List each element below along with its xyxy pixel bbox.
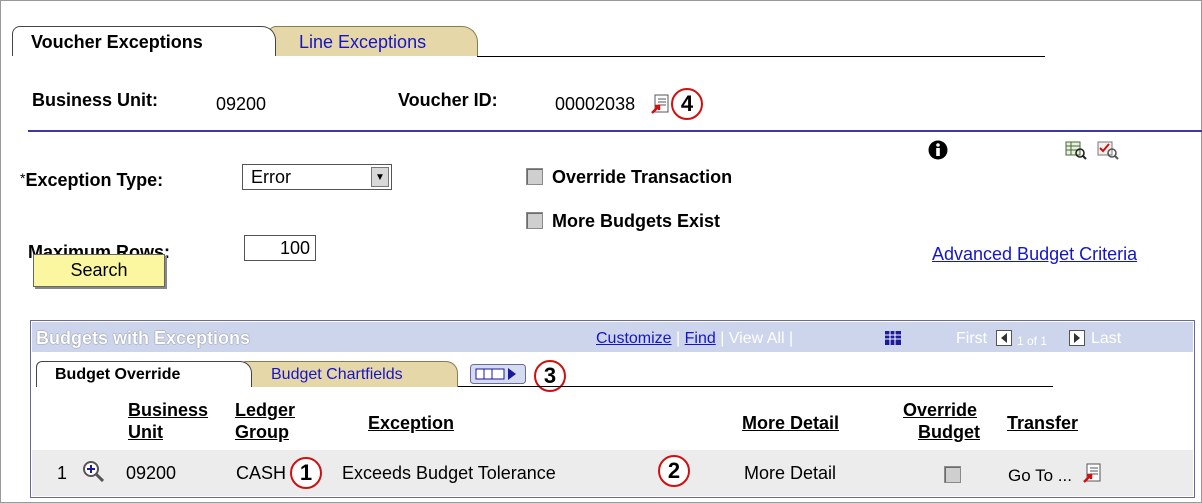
row-exception: Exceeds Budget Tolerance: [342, 463, 556, 483]
exception-type-select[interactable]: Error ▼: [242, 164, 392, 190]
download-grid-icon[interactable]: [884, 330, 902, 346]
nav-divider: |: [715, 330, 729, 347]
override-budget-checkbox: [944, 466, 961, 483]
exception-type-label-text: Exception Type:: [25, 170, 164, 190]
last-label[interactable]: Last: [1091, 330, 1121, 348]
exception-type-label: *Exception Type:: [20, 170, 163, 191]
exception-type-value: Error: [251, 167, 291, 187]
column-header-exception[interactable]: Exception: [368, 412, 454, 434]
voucher-id-value: 00002038: [555, 94, 636, 114]
spreadsheet-lookup-icon[interactable]: [1065, 140, 1087, 160]
header-line-2: Unit: [128, 422, 163, 442]
tab-baseline: [477, 56, 1045, 57]
grid-title: Budgets with Exceptions: [36, 328, 251, 348]
grid-nav: Customize | Find | View All |: [596, 330, 793, 348]
zoom-in-icon[interactable]: [82, 460, 104, 482]
tab-budget-override[interactable]: Budget Override: [36, 361, 252, 387]
previous-arrow-icon[interactable]: [996, 330, 1012, 346]
callout-1: 1: [290, 457, 322, 489]
override-transaction-checkbox: [526, 168, 543, 185]
column-header-ledger-group[interactable]: Ledger Group: [235, 399, 295, 443]
chevron-down-icon[interactable]: ▼: [371, 167, 389, 187]
customize-link[interactable]: Customize: [596, 330, 672, 347]
related-content-icon[interactable]: [651, 94, 669, 114]
info-icon[interactable]: [928, 140, 948, 160]
business-unit-label: Business Unit:: [32, 90, 159, 110]
first-label[interactable]: First: [956, 330, 987, 348]
row-number: 1: [57, 463, 68, 483]
check-lookup-icon[interactable]: [1097, 140, 1119, 160]
tab-voucher-exceptions[interactable]: Voucher Exceptions: [12, 26, 276, 56]
next-arrow-icon[interactable]: [1069, 330, 1085, 346]
maximum-rows-input[interactable]: 100: [244, 235, 316, 261]
header-line-2: Group: [235, 422, 289, 442]
header-line-1: Ledger: [235, 400, 296, 420]
header-line-1: Override: [902, 400, 978, 420]
header-line-1: Business: [128, 400, 209, 420]
callout-2: 2: [658, 455, 690, 487]
override-transaction-label: Override Transaction: [552, 167, 733, 187]
column-header-override-budget[interactable]: Override Budget: [900, 399, 980, 443]
header-separator: [28, 130, 1202, 132]
page-range: 1 of 1: [1017, 334, 1048, 348]
nav-divider: |: [671, 330, 685, 347]
column-header-business-unit[interactable]: Business Unit: [128, 399, 208, 443]
grid-tab-baseline: [458, 386, 1053, 387]
row-business-unit: 09200: [126, 463, 177, 483]
go-to-link[interactable]: Go To ...: [1008, 466, 1072, 486]
tab-line-exceptions[interactable]: Line Exceptions: [268, 26, 478, 56]
voucher-id-label: Voucher ID:: [398, 90, 498, 110]
related-content-icon[interactable]: [1083, 463, 1101, 483]
find-link[interactable]: Find: [685, 330, 716, 347]
more-budgets-exist-label: More Budgets Exist: [552, 211, 721, 231]
nav-divider: |: [784, 330, 794, 347]
header-line-2: Budget: [918, 422, 980, 442]
callout-3: 3: [534, 360, 566, 392]
column-header-more-detail[interactable]: More Detail: [742, 412, 839, 434]
callout-4: 4: [671, 88, 703, 120]
advanced-budget-criteria-link[interactable]: Advanced Budget Criteria: [932, 244, 1137, 265]
business-unit-value: 09200: [216, 94, 267, 114]
more-budgets-exist-checkbox: [526, 212, 543, 229]
column-header-transfer[interactable]: Transfer: [1007, 412, 1078, 434]
row-more-detail[interactable]: More Detail: [744, 463, 836, 484]
search-button[interactable]: Search: [33, 254, 165, 287]
view-all-link[interactable]: View All: [729, 330, 785, 347]
tab-budget-chartfields[interactable]: Budget Chartfields: [240, 361, 458, 387]
show-all-columns-icon[interactable]: [470, 364, 526, 384]
row-ledger-group: CASH: [236, 463, 287, 483]
